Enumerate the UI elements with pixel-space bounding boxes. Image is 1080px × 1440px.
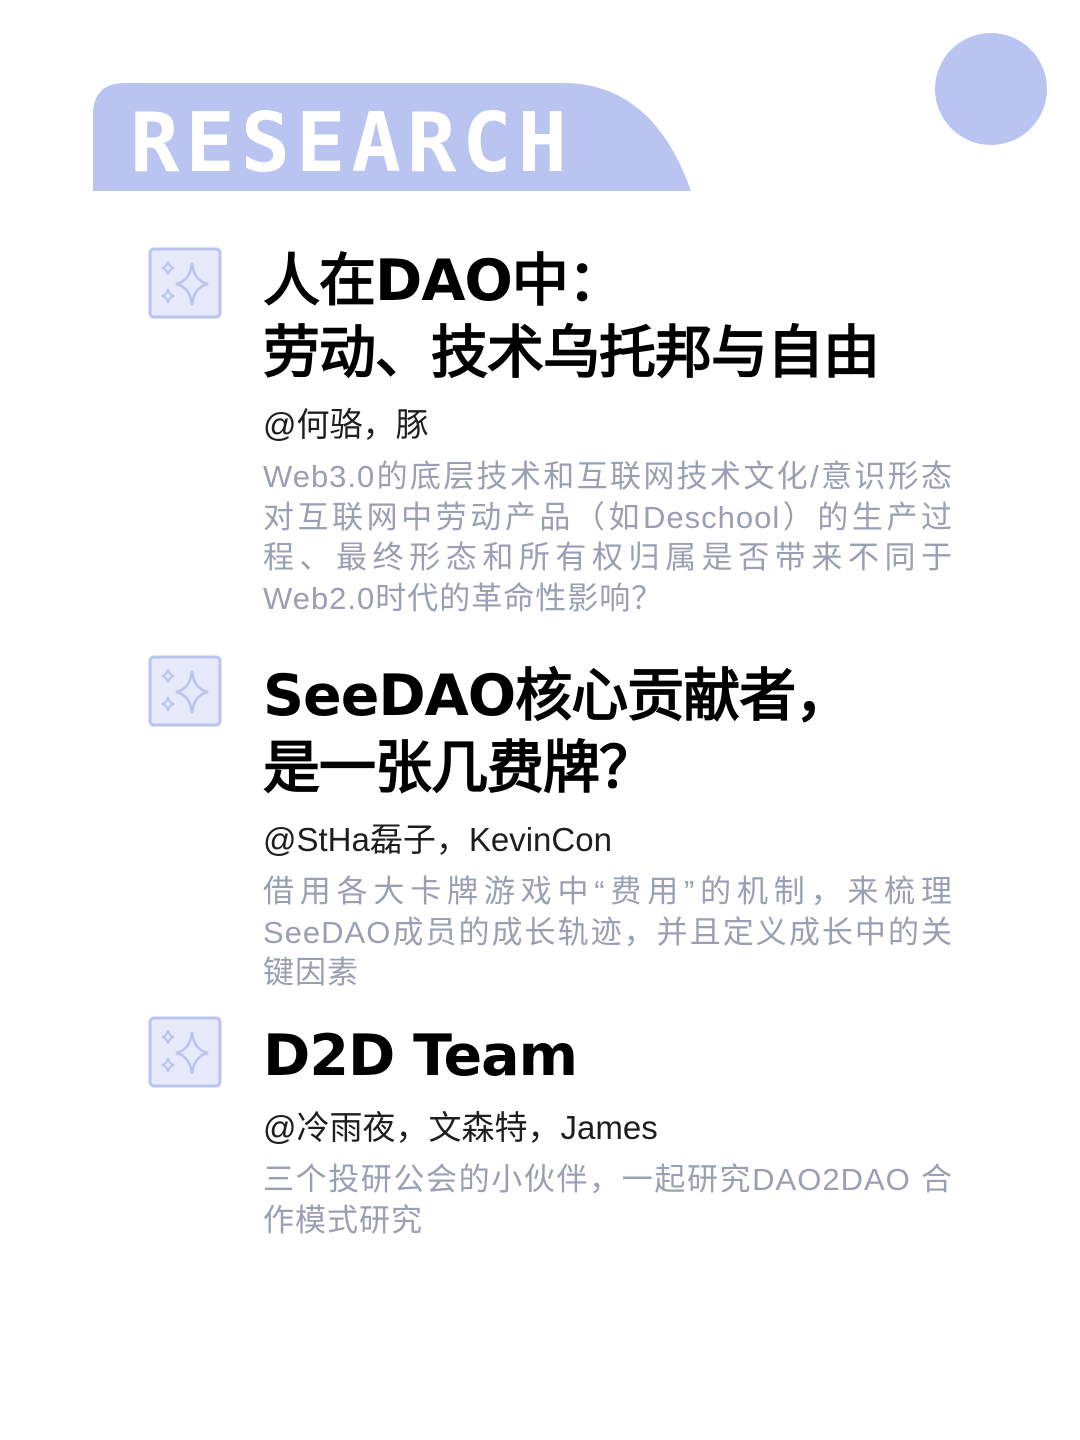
item-title: D2D Team (263, 1020, 963, 1092)
item-authors: @何骆，豚 (263, 406, 429, 443)
decorative-circle (935, 33, 1047, 145)
research-item: 人在DAO中： 劳动、技术乌托邦与自由 @何骆，豚 Web3.0的底层技术和互联… (263, 245, 963, 619)
item-title-line: 是一张几费牌？ (263, 735, 656, 801)
item-description: Web3.0的底层技术和互联网技术文化/意识形态对互联网中劳动产品（如Desch… (263, 459, 953, 616)
item-title-line: SeeDAO核心贡献者， (263, 663, 852, 729)
item-description: 借用各大卡牌游戏中“费用”的机制，来梳理SeeDAO成员的成长轨迹，并且定义成长… (263, 874, 953, 990)
item-title: 人在DAO中： 劳动、技术乌托邦与自由 (263, 245, 963, 389)
research-item: SeeDAO核心贡献者， 是一张几费牌？ @StHa磊子，KevinCon 借用… (263, 660, 963, 994)
research-item: D2D Team @冷雨夜，文森特，James 三个投研公会的小伙伴，一起研究D… (263, 1020, 963, 1241)
item-authors: @StHa磊子，KevinCon (263, 821, 612, 858)
item-title-line: 人在DAO中： (263, 248, 625, 314)
item-authors: @冷雨夜，文森特，James (263, 1109, 658, 1146)
item-title-line: 劳动、技术乌托邦与自由 (263, 320, 880, 386)
item-description: 三个投研公会的小伙伴，一起研究DAO2DAO 合作模式研究 (263, 1162, 953, 1238)
item-title: SeeDAO核心贡献者， 是一张几费牌？ (263, 660, 963, 804)
header-label: RESEARCH (130, 96, 573, 191)
item-title-line: D2D Team (263, 1023, 578, 1089)
sparkle-icon (148, 247, 222, 319)
sparkle-icon (148, 655, 222, 727)
sparkle-icon (148, 1016, 222, 1088)
